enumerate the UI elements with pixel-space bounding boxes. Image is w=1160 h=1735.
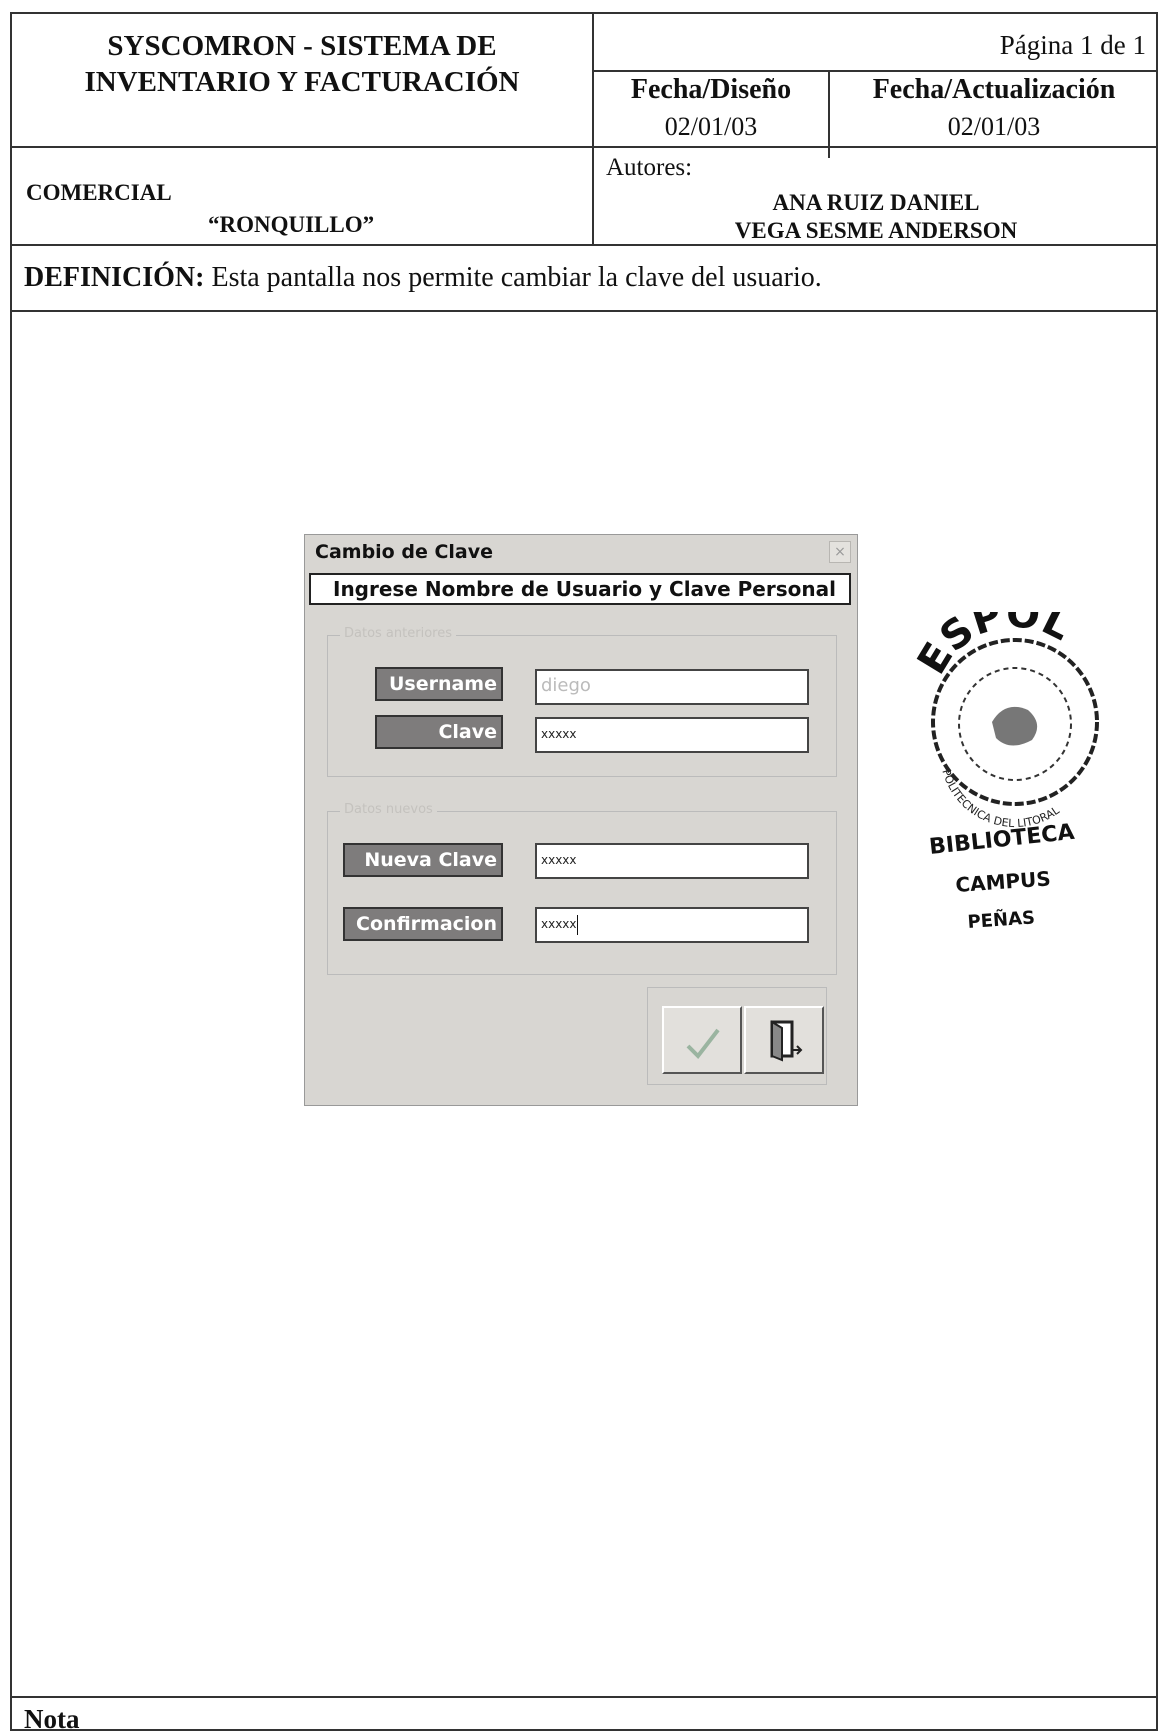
title-line2: INVENTARIO Y FACTURACIÓN (84, 66, 520, 98)
title-line1: SYSCOMRON - SISTEMA DE (107, 30, 497, 62)
close-icon[interactable]: × (829, 541, 851, 563)
definition-text: DEFINICIÓN: Esta pantalla nos permite ca… (24, 262, 822, 294)
checkmark-icon (686, 1028, 720, 1060)
library-stamp: ESPOL POLITECNICA DEL LITORAL BIBLIOTECA… (910, 612, 1099, 933)
fecha-diseno-label: Fecha/Diseño (630, 74, 792, 105)
stamp-line3: PEÑAS (967, 905, 1036, 933)
exit-door-icon (770, 1020, 803, 1062)
action-buttons-panel (647, 987, 827, 1085)
header-bottom-border (12, 244, 1158, 246)
exit-button[interactable] (744, 1006, 824, 1074)
stamp-line2: CAMPUS (955, 866, 1052, 897)
fecha-diseno-value: 02/01/03 (664, 112, 758, 141)
definition-bottom-border (12, 310, 1158, 312)
definition-body: Esta pantalla nos permite cambiar la cla… (204, 262, 822, 293)
document-title: SYSCOMRON - SISTEMA DE INVENTARIO Y FACT… (12, 28, 592, 100)
header-row-divider (12, 146, 1158, 148)
new-password-group: Datos nuevos (327, 802, 837, 975)
text-cursor (576, 914, 578, 935)
author-1: ANA RUIZ DANIEL (772, 190, 980, 215)
comercial-line2: “RONQUILLO” (208, 212, 375, 237)
cambio-clave-dialog: Cambio de Clave × Ingrese Nombre de Usua… (304, 534, 858, 1106)
nota-top-border (12, 1696, 1158, 1698)
username-field[interactable]: diego (535, 669, 809, 705)
dialog-subtitle: Ingrese Nombre de Usuario y Clave Person… (309, 573, 851, 605)
nota-label: Nota (24, 1704, 80, 1734)
new-password-caption: Datos nuevos (340, 802, 437, 817)
autores-label: Autores: (606, 154, 693, 181)
clave-label: Clave (375, 715, 503, 749)
stamp-top-text: ESPOL (910, 612, 1078, 682)
username-label: Username (375, 667, 503, 701)
header-divider-right (592, 70, 1158, 72)
fecha-actualizacion-label: Fecha/Actualización (872, 74, 1116, 105)
previous-credentials-caption: Datos anteriores (340, 626, 456, 641)
comercial-line1: COMERCIAL (26, 180, 172, 205)
dialog-title: Cambio de Clave (315, 541, 493, 563)
nueva-clave-label: Nueva Clave (343, 843, 503, 877)
author-2: VEGA SESME ANDERSON (734, 218, 1018, 243)
nueva-clave-field[interactable]: xxxxx (535, 843, 809, 879)
clave-field[interactable]: xxxxx (535, 717, 809, 753)
fecha-actualizacion-value: 02/01/03 (947, 112, 1041, 141)
accept-button[interactable] (662, 1006, 742, 1074)
confirmacion-field[interactable]: xxxxx (535, 907, 809, 943)
page-number: Página 1 de 1 (999, 30, 1146, 60)
definition-label: DEFINICIÓN: (24, 262, 205, 293)
confirmacion-value: xxxxx (541, 917, 577, 931)
confirmacion-label: Confirmacion (343, 907, 503, 941)
previous-credentials-group: Datos anteriores (327, 626, 837, 777)
